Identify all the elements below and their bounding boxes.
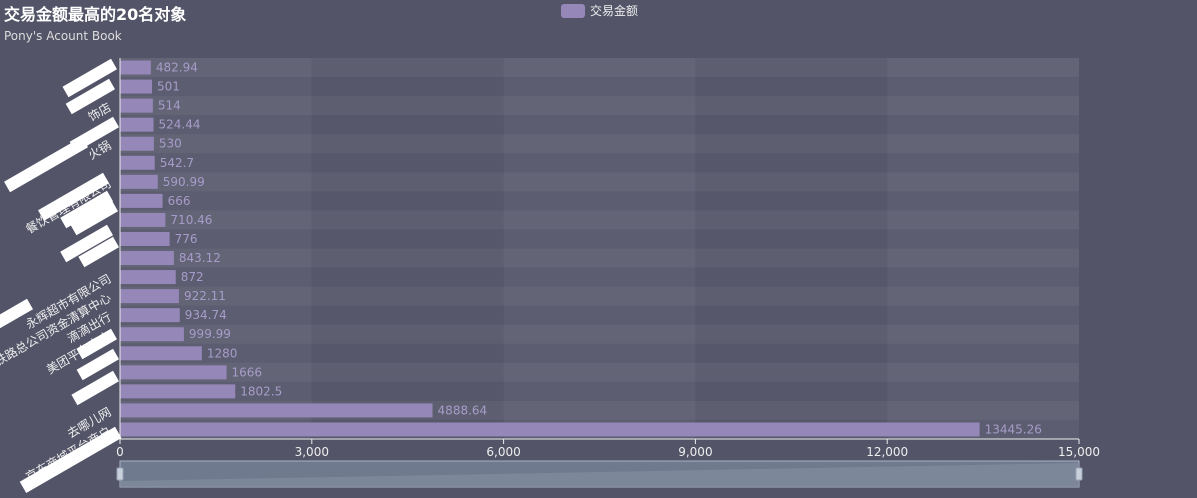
x-tick-label: 9,000	[678, 445, 712, 459]
bar-value-label: 501	[157, 80, 180, 94]
bar	[120, 403, 433, 418]
x-tick-label: 0	[116, 445, 124, 459]
bar-value-label: 1280	[207, 346, 238, 360]
bar-value-label: 934.74	[185, 308, 227, 322]
x-tick-label: 6,000	[486, 445, 520, 459]
bar	[120, 117, 154, 132]
zoom-handle-left	[116, 467, 124, 481]
x-tick-label: 3,000	[295, 445, 329, 459]
bar	[120, 60, 151, 75]
grid-stripe	[120, 286, 1079, 306]
grid-stripe	[120, 134, 1079, 154]
bar-value-label: 666	[168, 194, 191, 208]
bar-value-label: 524.44	[159, 118, 201, 132]
grid-stripe	[120, 324, 1079, 344]
bar-value-label: 710.46	[170, 213, 212, 227]
bar	[120, 155, 155, 170]
bar-value-label: 922.11	[184, 289, 226, 303]
x-tick-label: 12,000	[866, 445, 908, 459]
bar	[120, 231, 170, 246]
bar-value-label: 999.99	[189, 327, 231, 341]
x-tick-label: 15,000	[1058, 445, 1100, 459]
bar	[120, 251, 174, 266]
bar-value-label: 1802.5	[240, 384, 282, 398]
redaction-mark	[4, 136, 88, 193]
bar	[120, 270, 176, 285]
grid-stripe	[120, 210, 1079, 230]
bar-value-label: 530	[159, 137, 182, 151]
bar	[120, 136, 154, 151]
grid-stripe	[120, 58, 1079, 78]
bar	[120, 346, 202, 361]
bar	[120, 174, 158, 189]
zoom-handle-right	[1075, 467, 1083, 481]
grid-stripe	[120, 96, 1079, 116]
bar-value-label: 542.7	[160, 156, 194, 170]
bar	[120, 422, 980, 437]
bar-value-label: 482.94	[156, 61, 198, 75]
data-zoom-slider[interactable]	[116, 460, 1083, 488]
bar-value-label: 4888.64	[438, 403, 488, 417]
bar	[120, 193, 163, 208]
bar	[120, 308, 180, 323]
bar-value-label: 776	[175, 232, 198, 246]
bar-value-label: 514	[158, 99, 181, 113]
bar-value-label: 590.99	[163, 175, 205, 189]
bar	[120, 365, 227, 380]
bar	[120, 79, 153, 94]
bar	[120, 327, 184, 342]
grid-stripe	[120, 248, 1079, 268]
grid-stripe	[120, 172, 1079, 192]
grid-stripe	[120, 362, 1079, 382]
bar-chart: 13445.26 4888.64 1802.5 1666 1280 999.99 934.7…	[0, 58, 1100, 494]
bar	[120, 98, 153, 113]
bar	[120, 289, 179, 304]
bar	[120, 212, 166, 227]
redaction-mark	[71, 370, 119, 406]
bar-value-label: 843.12	[179, 251, 221, 265]
bar-value-label: 13445.26	[985, 422, 1042, 436]
bar-value-label: 1666	[232, 365, 263, 379]
bar	[120, 384, 236, 399]
bar-value-label: 872	[181, 270, 204, 284]
